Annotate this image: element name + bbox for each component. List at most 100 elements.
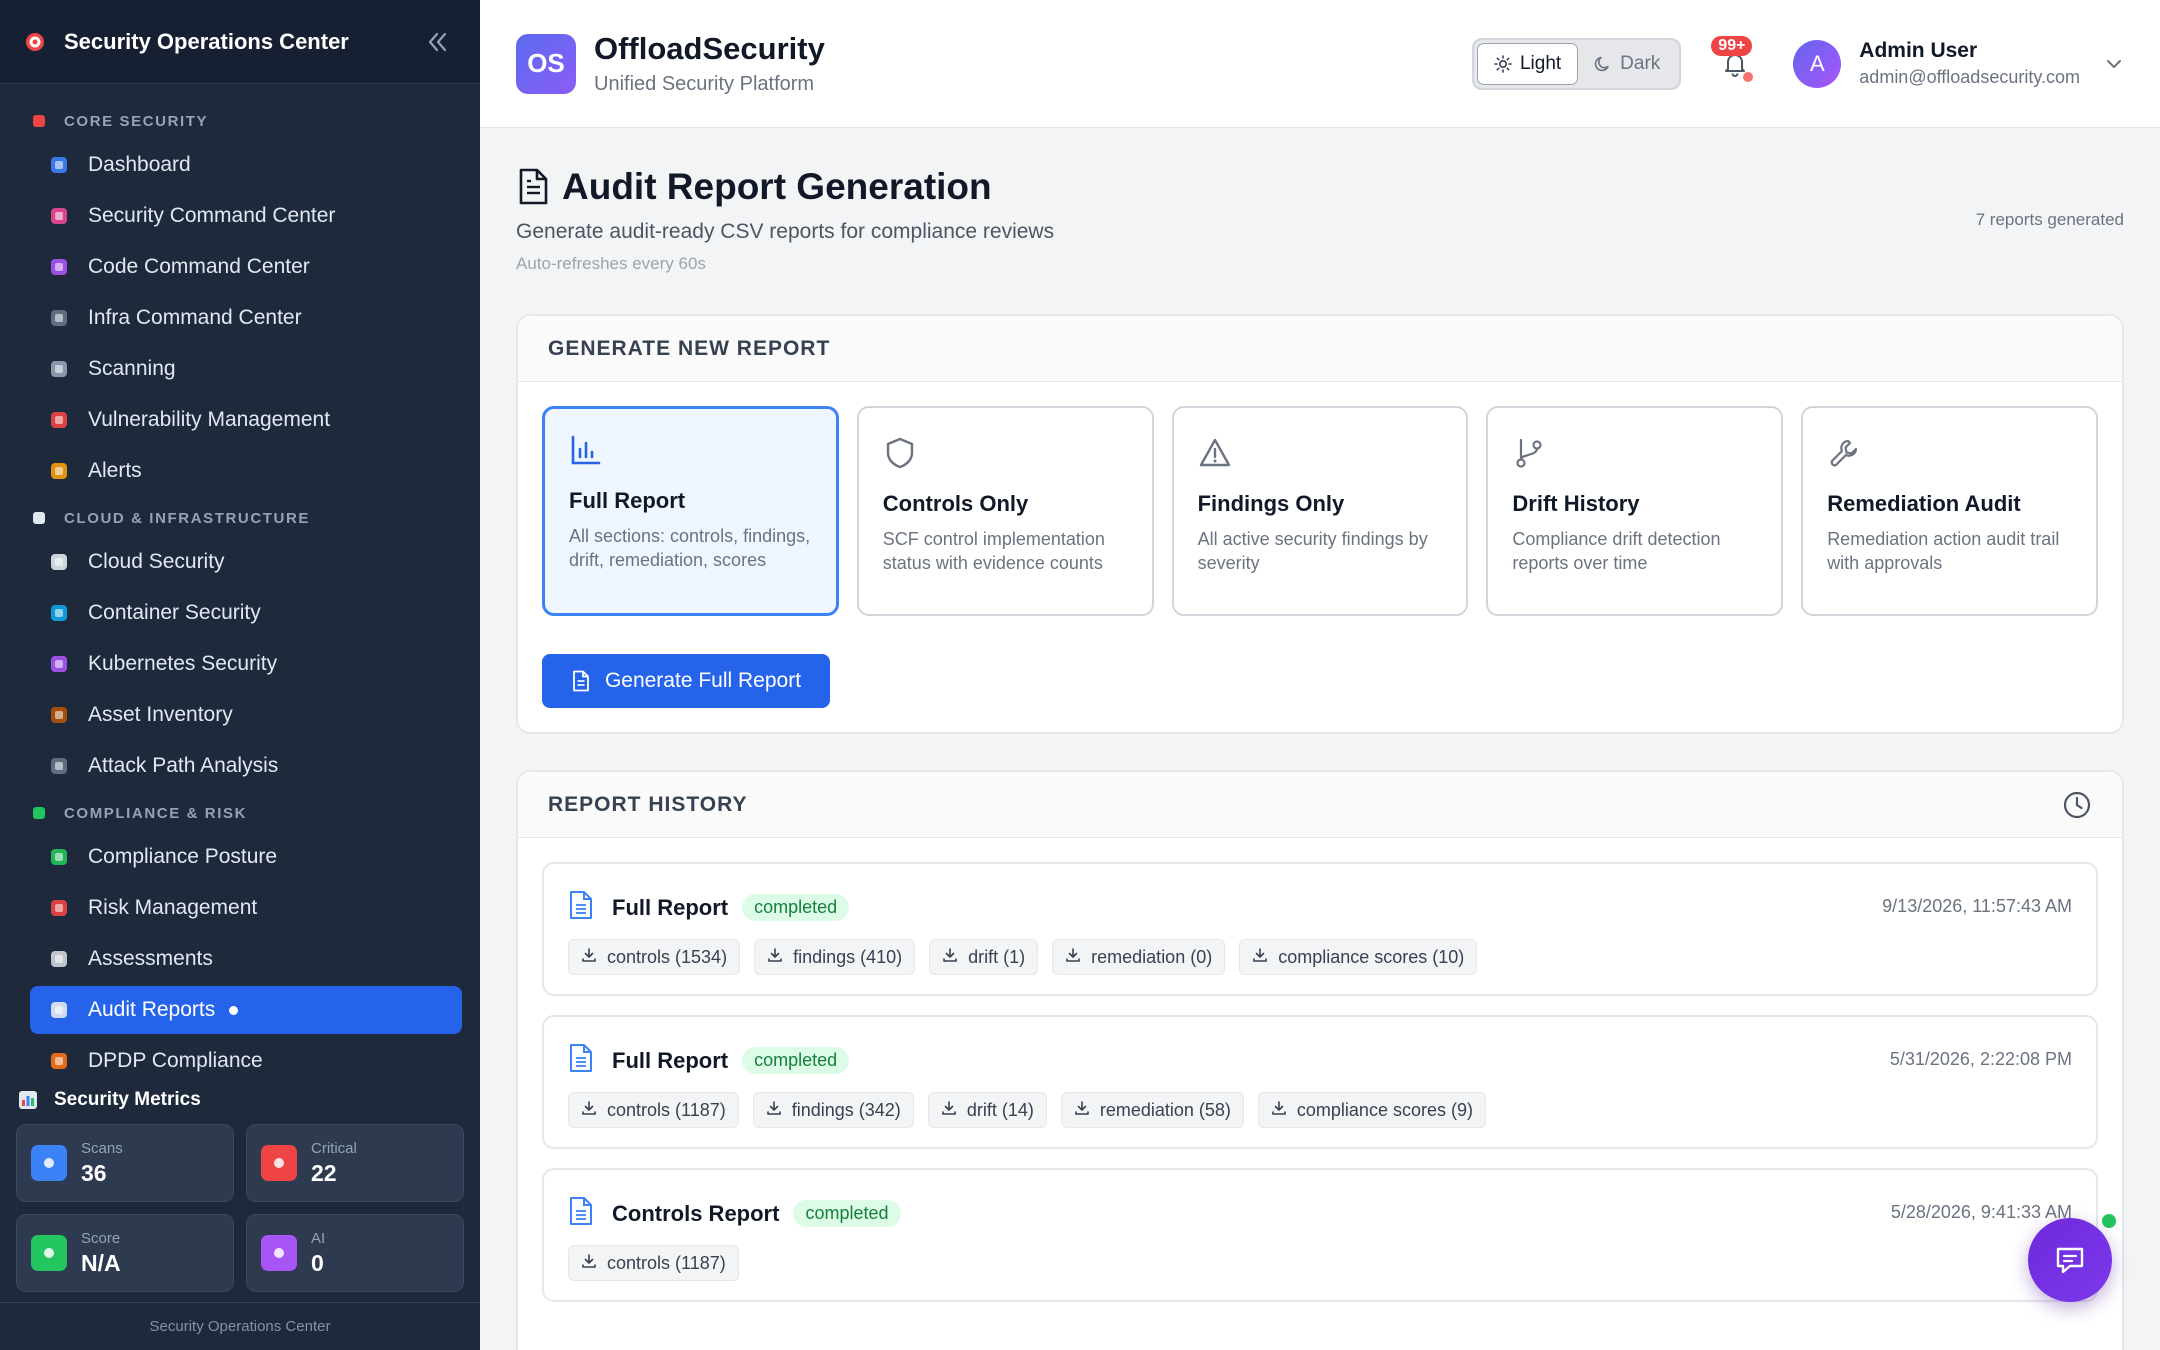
download-icon xyxy=(1065,947,1091,968)
sidebar-item-asset-inventory[interactable]: Asset Inventory xyxy=(30,691,462,739)
status-badge: completed xyxy=(742,894,850,921)
chevron-down-icon[interactable] xyxy=(2104,54,2124,74)
sidebar-item-alerts[interactable]: Alerts xyxy=(30,447,462,495)
search-icon xyxy=(31,1145,67,1181)
download-findings-button[interactable]: findings (410) xyxy=(754,939,916,975)
metric-card-ai[interactable]: AI 0 xyxy=(246,1214,464,1292)
document-icon xyxy=(519,168,548,205)
download-findings-button[interactable]: findings (342) xyxy=(752,1092,914,1128)
sidebar-item-cloud-security[interactable]: Cloud Security xyxy=(30,538,462,586)
download-compliance-scores-button[interactable]: compliance scores (10) xyxy=(1239,939,1478,975)
report-type-name: Full Report xyxy=(569,488,686,513)
sidebar-item-vulnerability-management[interactable]: Vulnerability Management xyxy=(30,396,462,444)
user-info[interactable]: Admin User admin@offloadsecurity.com xyxy=(1859,39,2080,88)
cloud-security-icon xyxy=(48,551,70,573)
download-drift-button[interactable]: drift (1) xyxy=(929,939,1039,975)
report-history-header: REPORT HISTORY xyxy=(518,772,2122,838)
report-type-remediation-audit[interactable]: Remediation Audit Remediation action audi… xyxy=(1801,406,2098,616)
download-drift-button[interactable]: drift (14) xyxy=(927,1092,1047,1128)
sidebar-item-attack-path-analysis[interactable]: Attack Path Analysis xyxy=(30,742,462,790)
metric-value: 0 xyxy=(311,1249,324,1276)
sidebar-item-dpdp-compliance[interactable]: DPDP Compliance xyxy=(30,1037,462,1076)
metrics-chart-icon xyxy=(19,1091,37,1109)
report-type-options: Full Report All sections: controls, findi… xyxy=(518,382,2122,616)
reports-count: 7 reports generated xyxy=(1975,210,2124,229)
brand: OffloadSecurity Unified Security Platfor… xyxy=(594,31,825,96)
sidebar-item-assessments[interactable]: Assessments xyxy=(30,935,462,983)
download-compliance-scores-button[interactable]: compliance scores (9) xyxy=(1257,1092,1486,1128)
sidebar-item-code-command-center[interactable]: Code Command Center xyxy=(30,243,462,291)
warning-icon xyxy=(261,1145,297,1181)
sidebar-item-container-security[interactable]: Container Security xyxy=(30,589,462,637)
top-bar: OS OffloadSecurity Unified Security Plat… xyxy=(480,0,2160,128)
theme-light-button[interactable]: Light xyxy=(1476,42,1579,85)
robot-icon xyxy=(261,1235,297,1271)
sidebar-footer: Security Operations Center xyxy=(0,1302,480,1350)
sidebar-item-label: DPDP Compliance xyxy=(88,1049,263,1072)
metrics-grid: Scans 36 Critical 22 Score N/A AI 0 xyxy=(16,1124,464,1292)
report-history-title: REPORT HISTORY xyxy=(548,792,748,816)
sidebar-item-dashboard[interactable]: Dashboard xyxy=(30,141,462,189)
sidebar-section-label: COMPLIANCE & RISK xyxy=(64,804,248,822)
sidebar-item-label: Kubernetes Security xyxy=(88,652,278,675)
moon-icon xyxy=(1594,56,1609,71)
section-icon xyxy=(30,112,48,130)
file-text-icon xyxy=(568,890,594,925)
report-type-full-report[interactable]: Full Report All sections: controls, findi… xyxy=(542,406,839,616)
metric-label: Critical xyxy=(311,1139,357,1157)
sidebar-item-label: Compliance Posture xyxy=(88,845,278,868)
chat-icon xyxy=(2056,1247,2084,1274)
download-remediation-button[interactable]: remediation (58) xyxy=(1060,1092,1244,1128)
report-row-header: Full Report completed xyxy=(568,1043,2072,1078)
sidebar-item-audit-reports[interactable]: Audit Reports xyxy=(30,986,462,1034)
sidebar-item-kubernetes-security[interactable]: Kubernetes Security xyxy=(30,640,462,688)
sidebar-item-infra-command-center[interactable]: Infra Command Center xyxy=(30,294,462,342)
sidebar-item-label: Risk Management xyxy=(88,896,258,919)
generate-report-button[interactable]: Generate Full Report xyxy=(542,654,830,708)
page-subtitle: Generate audit-ready CSV reports for com… xyxy=(516,220,1055,243)
sidebar-item-security-command-center[interactable]: Security Command Center xyxy=(30,192,462,240)
target-icon xyxy=(26,32,44,51)
report-type-findings-only[interactable]: Findings Only All active security finding… xyxy=(1171,406,1469,616)
download-controls-button[interactable]: controls (1187) xyxy=(568,1245,739,1281)
download-remediation-button[interactable]: remediation (0) xyxy=(1052,939,1226,975)
notifications-button[interactable]: 99+ xyxy=(1711,35,1759,88)
metric-card-score[interactable]: Score N/A xyxy=(16,1214,234,1292)
theme-dark-button[interactable]: Dark xyxy=(1578,43,1676,85)
user-avatar[interactable]: A xyxy=(1793,39,1842,88)
report-name: Controls Report xyxy=(612,1200,780,1226)
sidebar-item-label: Dashboard xyxy=(88,153,191,176)
download-controls-button[interactable]: controls (1187) xyxy=(568,1092,739,1128)
active-indicator xyxy=(229,1005,239,1015)
report-type-description: All active security findings by severity xyxy=(1197,529,1428,573)
report-type-drift-history[interactable]: Drift History Compliance drift detection … xyxy=(1486,406,1784,616)
metric-value: 36 xyxy=(81,1159,107,1186)
collapse-sidebar-icon[interactable] xyxy=(422,27,452,57)
theme-toggle: Light Dark xyxy=(1471,37,1682,90)
download-controls-button[interactable]: controls (1534) xyxy=(568,939,741,975)
kubernetes-security-icon xyxy=(48,653,70,675)
brand-subtitle: Unified Security Platform xyxy=(594,73,815,95)
sidebar-item-scanning[interactable]: Scanning xyxy=(30,345,462,393)
user-email: admin@offloadsecurity.com xyxy=(1859,67,2080,87)
sidebar-nav: CORE SECURITY Dashboard Security Command C… xyxy=(0,84,480,1076)
document-icon xyxy=(573,670,589,692)
chat-button[interactable] xyxy=(2028,1218,2112,1302)
clock-icon[interactable] xyxy=(2062,790,2092,820)
download-label: remediation (0) xyxy=(1091,946,1213,967)
download-icon xyxy=(581,947,607,968)
chat-online-indicator xyxy=(2100,1212,2118,1230)
sidebar-item-risk-management[interactable]: Risk Management xyxy=(30,884,462,932)
infra-command-center-icon xyxy=(48,307,70,329)
sidebar-item-label: Container Security xyxy=(88,601,261,624)
report-type-controls-only[interactable]: Controls Only SCF control implementation … xyxy=(856,406,1154,616)
download-icon xyxy=(766,1100,792,1121)
metric-card-critical[interactable]: Critical 22 xyxy=(246,1124,464,1202)
sidebar-item-compliance-posture[interactable]: Compliance Posture xyxy=(30,833,462,881)
metric-card-scans[interactable]: Scans 36 xyxy=(16,1124,234,1202)
metric-value: 22 xyxy=(311,1159,337,1186)
download-icon xyxy=(941,1100,967,1121)
download-icon xyxy=(581,1100,607,1121)
sidebar-title: Security Operations Center xyxy=(64,28,349,54)
git-branch-icon xyxy=(1512,436,1757,475)
